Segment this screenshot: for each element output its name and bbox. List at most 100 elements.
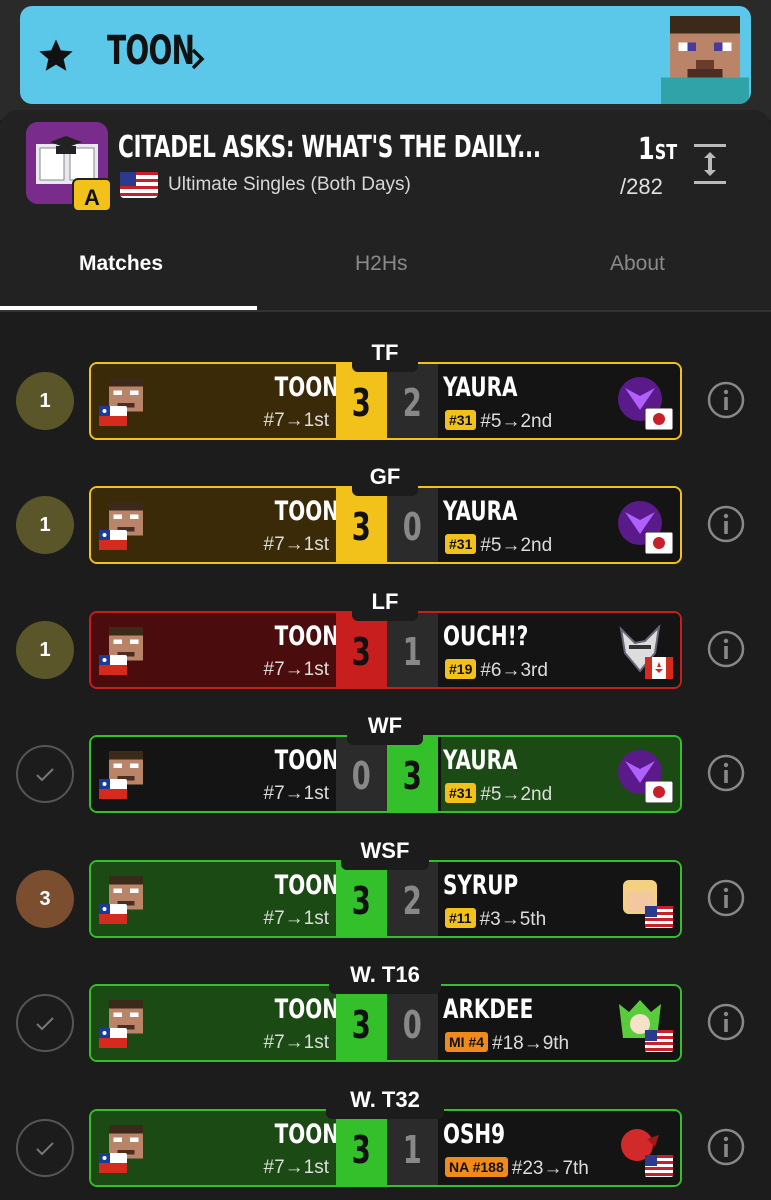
- player-two-score: 0: [387, 488, 438, 562]
- player-two-name: SYRUP: [443, 870, 519, 901]
- match-score-card[interactable]: TOON #7→1st 3 1 OUCH!? #19 #6→3rd: [89, 611, 682, 689]
- match-row[interactable]: 1 TOON #7→1st 3 0 YAURA #31 #5→2nd GF: [0, 456, 771, 566]
- placement-suffix: ST: [654, 140, 678, 164]
- check-icon: [16, 745, 74, 803]
- match-row[interactable]: TOON #7→1st 3 0 ARKDEE MI #4 #18→9th W. T16: [0, 954, 771, 1064]
- match-score-card[interactable]: TOON #7→1st 3 2 SYRUP #11 #3→5th: [89, 860, 682, 938]
- event-title[interactable]: CITADEL ASKS: WHAT'S THE DAILY...: [118, 130, 541, 165]
- info-icon[interactable]: [706, 504, 746, 549]
- player-two-character-icon: [615, 374, 673, 430]
- placement: 1ST: [638, 132, 677, 167]
- player-two-character-icon: [615, 623, 673, 679]
- player-two-score: 1: [387, 1111, 438, 1185]
- player-one-seed-info: #7→1st: [263, 1032, 329, 1053]
- player-one-panel: TOON #7→1st: [91, 986, 339, 1060]
- player-one-score: 3: [336, 1111, 387, 1185]
- upset-factor-badge: 1: [16, 496, 74, 554]
- match-row[interactable]: 1 TOON #7→1st 3 1 OUCH!? #19 #6→3rd LF: [0, 581, 771, 691]
- round-label: LF: [352, 583, 418, 621]
- info-icon[interactable]: [706, 380, 746, 425]
- info-icon[interactable]: [706, 1127, 746, 1172]
- player-two-score: 3: [387, 737, 438, 811]
- round-label: W. T16: [329, 956, 441, 994]
- player-two-seed-info: #31 #5→2nd: [445, 410, 552, 433]
- player-one-seed-info: #7→1st: [263, 659, 329, 680]
- check-icon: [16, 1119, 74, 1177]
- player-one-seed-info: #7→1st: [263, 1157, 329, 1178]
- player-two-placement: #5→2nd: [480, 784, 553, 805]
- expand-collapse-icon[interactable]: [690, 142, 730, 186]
- player-one-seed-info: #7→1st: [263, 534, 329, 555]
- player-one-name: TOON: [274, 621, 339, 652]
- player-two-placement: #5→2nd: [480, 411, 553, 432]
- player-one-score: 0: [336, 737, 387, 811]
- player-one-name: TOON: [274, 870, 339, 901]
- match-score-card[interactable]: TOON #7→1st 3 0 ARKDEE MI #4 #18→9th: [89, 984, 682, 1062]
- match-row[interactable]: 3 TOON #7→1st 3 2 SYRUP #11 #3→5th WSF: [0, 830, 771, 940]
- tab-matches[interactable]: Matches: [79, 250, 163, 312]
- player-two-score: 0: [387, 986, 438, 1060]
- ranking-badge: #19: [445, 659, 477, 679]
- player-one-seed-info: #7→1st: [263, 410, 329, 431]
- usa-flag-icon: [120, 172, 158, 198]
- placement-number: 1: [638, 132, 655, 167]
- upset-factor-badge: 1: [16, 372, 74, 430]
- player-two-name: ARKDEE: [443, 994, 534, 1025]
- player-one-seed-info: #7→1st: [263, 783, 329, 804]
- player-one-panel: TOON #7→1st: [91, 613, 339, 687]
- match-score-card[interactable]: TOON #7→1st 0 3 YAURA #31 #5→2nd: [89, 735, 682, 813]
- player-two-seed-info: #11 #3→5th: [445, 908, 546, 931]
- info-icon[interactable]: [706, 629, 746, 674]
- match-score-card[interactable]: TOON #7→1st 3 2 YAURA #31 #5→2nd: [89, 362, 682, 440]
- info-icon[interactable]: [706, 878, 746, 923]
- match-row[interactable]: 1 TOON #7→1st 3 2 YAURA #31 #5→2nd TF: [0, 332, 771, 442]
- player-two-seed-info: MI #4 #18→9th: [445, 1032, 569, 1055]
- tab-h2hs[interactable]: H2Hs: [355, 250, 408, 312]
- ranking-badge: MI #4: [445, 1032, 489, 1052]
- match-row[interactable]: TOON #7→1st 3 1 OSH9 NA #188 #23→7th W. T32: [0, 1079, 771, 1189]
- info-icon[interactable]: [706, 753, 746, 798]
- player-two-character-icon: [615, 747, 673, 803]
- round-label: WF: [347, 707, 423, 745]
- event-header: A CITADEL ASKS: WHAT'S THE DAILY... Ulti…: [0, 110, 771, 312]
- tab-about[interactable]: About: [610, 250, 665, 312]
- player-one-name: TOON: [274, 1119, 339, 1150]
- ranking-badge: #31: [445, 783, 477, 803]
- player-two-score: 2: [387, 862, 438, 936]
- player-avatar-large: [661, 16, 749, 104]
- player-two-placement: #18→9th: [492, 1033, 570, 1054]
- player-two-seed-info: #19 #6→3rd: [445, 659, 548, 682]
- player-two-score: 1: [387, 613, 438, 687]
- player-two-name: YAURA: [443, 745, 518, 776]
- player-two-placement: #6→3rd: [480, 660, 548, 681]
- player-one-panel: TOON #7→1st: [91, 488, 339, 562]
- player-one-score: 3: [336, 613, 387, 687]
- tier-badge: A: [72, 178, 112, 212]
- entrant-count: /282: [620, 174, 663, 199]
- match-row[interactable]: TOON #7→1st 0 3 YAURA #31 #5→2nd WF: [0, 705, 771, 815]
- info-icon[interactable]: [706, 1002, 746, 1047]
- player-two-character-icon: [615, 872, 673, 928]
- match-score-card[interactable]: TOON #7→1st 3 0 YAURA #31 #5→2nd: [89, 486, 682, 564]
- banner-player-name: TOON: [107, 28, 195, 74]
- upset-factor-badge: 1: [16, 621, 74, 679]
- player-banner[interactable]: TOON: [20, 6, 751, 104]
- chevron-right-icon: [191, 48, 205, 70]
- player-two-placement: #3→5th: [479, 909, 547, 930]
- player-one-score: 3: [336, 488, 387, 562]
- player-one-score: 3: [336, 862, 387, 936]
- player-two-placement: #5→2nd: [480, 535, 553, 556]
- match-score-card[interactable]: TOON #7→1st 3 1 OSH9 NA #188 #23→7th: [89, 1109, 682, 1187]
- player-two-name: YAURA: [443, 496, 518, 527]
- ranking-badge: #31: [445, 534, 477, 554]
- player-one-panel: TOON #7→1st: [91, 364, 339, 438]
- round-label: TF: [352, 334, 418, 372]
- player-one-score: 3: [336, 364, 387, 438]
- event-subtitle: Ultimate Singles (Both Days): [168, 174, 411, 195]
- upset-factor-badge: 3: [16, 870, 74, 928]
- ranking-badge: NA #188: [445, 1157, 508, 1177]
- player-two-character-icon: [615, 1121, 673, 1177]
- player-two-character-icon: [615, 996, 673, 1052]
- player-one-panel: TOON #7→1st: [91, 1111, 339, 1185]
- tab-divider: [0, 310, 771, 312]
